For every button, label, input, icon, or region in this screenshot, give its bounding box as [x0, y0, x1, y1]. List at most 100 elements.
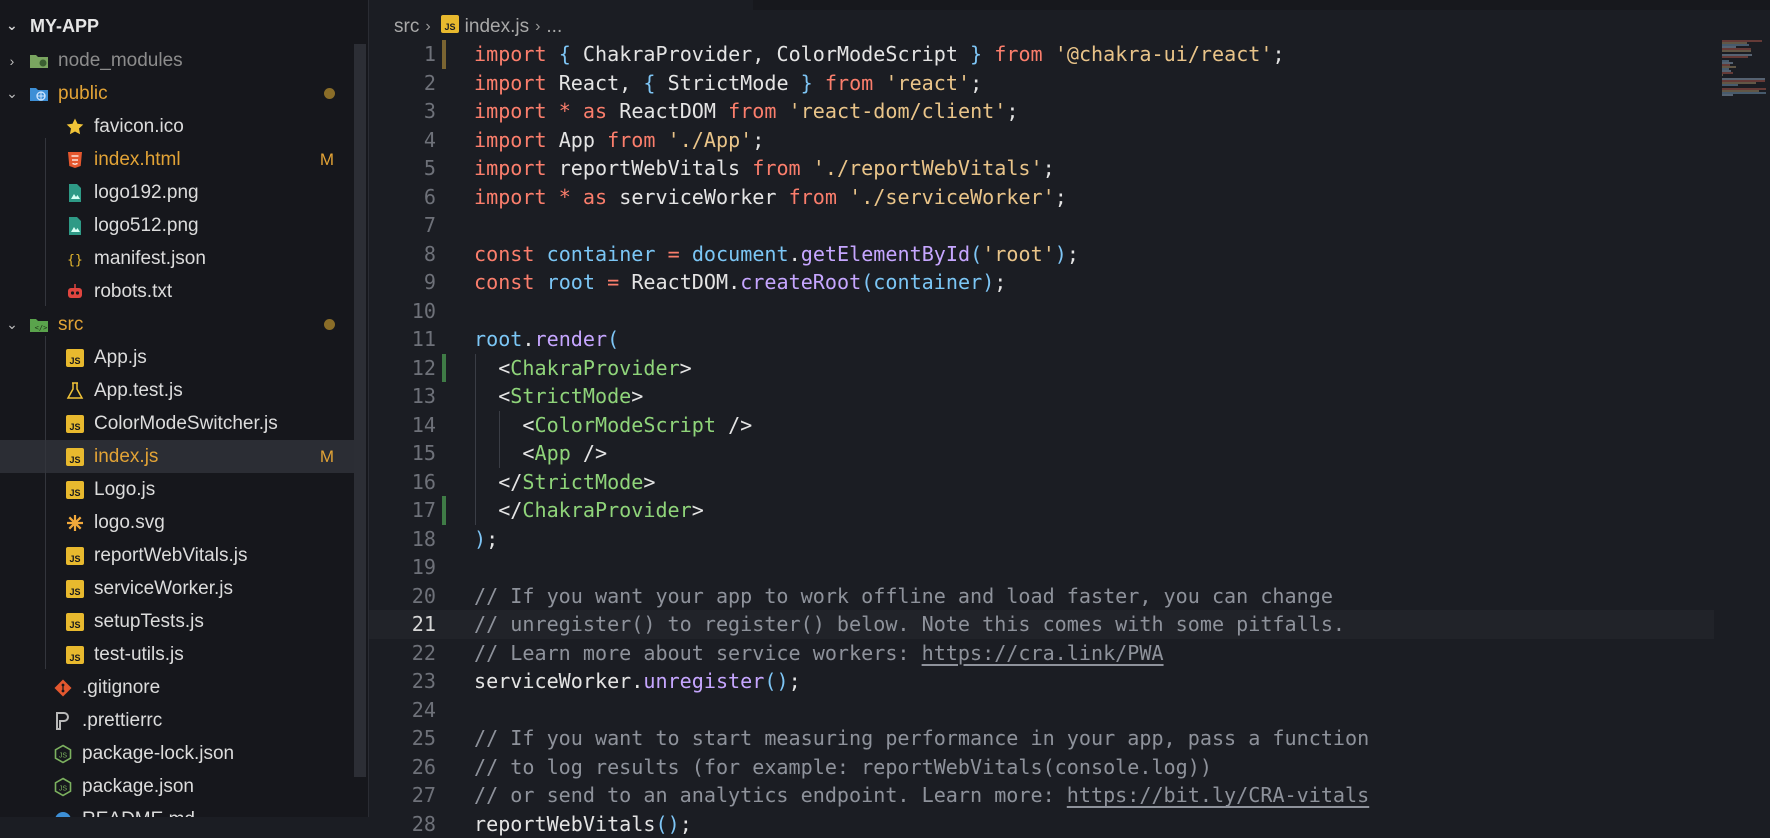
line-number: 21 — [369, 610, 436, 639]
code-text: const root = ReactDOM.createRoot(contain… — [474, 268, 1006, 297]
code-line[interactable]: 23serviceWorker.unregister(); — [369, 667, 1714, 696]
code-line[interactable]: 18); — [369, 525, 1714, 554]
code-text: import { ChakraProvider, ColorModeScript… — [474, 40, 1285, 69]
file-item[interactable]: JSsetupTests.js — [0, 605, 354, 638]
file-item[interactable]: .prettierrc — [0, 704, 354, 737]
svg-text:JS: JS — [59, 785, 68, 792]
code-text: import App from './App'; — [474, 126, 764, 155]
code-line[interactable]: 11root.render( — [369, 325, 1714, 354]
file-item[interactable]: JSApp.js — [0, 341, 354, 374]
tree-item-label: reportWebVitals.js — [94, 545, 354, 567]
code-line[interactable]: 17 </ChakraProvider> — [369, 496, 1714, 525]
file-item[interactable]: robots.txt — [0, 275, 354, 308]
minimap[interactable] — [1720, 40, 1770, 100]
indent-guide — [45, 138, 46, 306]
line-number: 12 — [369, 354, 436, 383]
file-item[interactable]: README.md — [0, 803, 354, 817]
line-number: 25 — [369, 724, 436, 753]
code-line[interactable]: 16 </StrictMode> — [369, 468, 1714, 497]
code-line[interactable]: 4 import App from './App'; — [369, 126, 1714, 155]
svg-text:JS: JS — [444, 22, 455, 32]
git-icon — [52, 677, 74, 699]
file-item[interactable]: JSLogo.js — [0, 473, 354, 506]
code-line[interactable]: 2import React, { StrictMode } from 'reac… — [369, 69, 1714, 98]
file-item[interactable]: JS serviceWorker.js — [0, 572, 354, 605]
tree-item-label: node_modules — [58, 50, 354, 72]
breadcrumb-folder[interactable]: src — [394, 16, 419, 38]
code-line[interactable]: 10 — [369, 297, 1714, 326]
code-line[interactable]: 22// Learn more about service workers: h… — [369, 639, 1714, 668]
nodejs-icon: JS — [52, 776, 74, 798]
tree-item-label: serviceWorker.js — [94, 578, 354, 600]
code-line[interactable]: 9const root = ReactDOM.createRoot(contai… — [369, 268, 1714, 297]
folder-item-public[interactable]: ⌄public — [0, 77, 354, 110]
chevron-down-icon[interactable]: ⌄ — [4, 316, 20, 333]
code-line[interactable]: 3import * as ReactDOM from 'react-dom/cl… — [369, 97, 1714, 126]
code-line[interactable]: 15 <App /> — [369, 439, 1714, 468]
code-line[interactable]: 7 — [369, 211, 1714, 240]
code-text: <StrictMode> — [474, 382, 643, 411]
chevron-down-icon[interactable]: ⌄ — [4, 85, 20, 102]
code-line[interactable]: 6import * as serviceWorker from './servi… — [369, 183, 1714, 212]
code-line[interactable]: 13 <StrictMode> — [369, 382, 1714, 411]
js-icon: JS — [64, 644, 86, 666]
code-line[interactable]: 26// to log results (for example: report… — [369, 753, 1714, 782]
info-icon — [52, 809, 74, 818]
breadcrumb-symbol[interactable]: ... — [546, 16, 562, 38]
tab-index-js[interactable] — [369, 0, 753, 10]
file-item[interactable]: .gitignore — [0, 671, 354, 704]
gutter-modified-marker[interactable] — [442, 40, 446, 69]
file-item[interactable]: App.test.js — [0, 374, 354, 407]
modified-badge: M — [312, 150, 342, 170]
code-line[interactable]: 25// If you want to start measuring perf… — [369, 724, 1714, 753]
code-line[interactable]: 5import reportWebVitals from './reportWe… — [369, 154, 1714, 183]
file-item[interactable]: favicon.ico — [0, 110, 354, 143]
code-line[interactable]: 24 — [369, 696, 1714, 725]
image-icon — [64, 182, 86, 204]
file-item[interactable]: JSpackage.json — [0, 770, 354, 803]
code-line[interactable]: 28reportWebVitals(); — [369, 810, 1714, 838]
file-item[interactable]: index.htmlM — [0, 143, 354, 176]
tree-item-label: logo512.png — [94, 215, 354, 237]
tree-item-label: setupTests.js — [94, 611, 354, 633]
tree-item-label: package-lock.json — [82, 743, 354, 765]
line-number: 4 — [369, 126, 436, 155]
file-item[interactable]: {}manifest.json — [0, 242, 354, 275]
tree-item-label: App.test.js — [94, 380, 354, 402]
file-item[interactable]: JSpackage-lock.json — [0, 737, 354, 770]
code-text: // If you want your app to work offline … — [474, 582, 1333, 611]
code-line[interactable]: 27// or send to an analytics endpoint. L… — [369, 781, 1714, 810]
explorer-header[interactable]: ⌄ MY-APP — [0, 10, 354, 42]
file-item[interactable]: JSColorModeSwitcher.js — [0, 407, 354, 440]
code-line[interactable]: 1import { ChakraProvider, ColorModeScrip… — [369, 40, 1714, 69]
breadcrumb-file[interactable]: index.js — [465, 16, 529, 38]
file-item[interactable]: logo.svg — [0, 506, 354, 539]
folder-item-node_modules[interactable]: › node_modules — [0, 44, 354, 77]
code-line[interactable]: 12 <ChakraProvider> — [369, 354, 1714, 383]
sidebar-scrollbar[interactable] — [354, 44, 366, 777]
line-number: 2 — [369, 69, 436, 98]
code-line[interactable]: 8const container = document.getElementBy… — [369, 240, 1714, 269]
file-item[interactable]: JS reportWebVitals.js — [0, 539, 354, 572]
file-item[interactable]: logo192.png — [0, 176, 354, 209]
js-icon: JS — [64, 545, 86, 567]
breadcrumb: src › JS index.js › ... — [394, 14, 562, 40]
code-line[interactable]: 21// unregister() to register() below. N… — [369, 610, 1714, 639]
explorer-title: MY-APP — [30, 16, 99, 37]
file-item[interactable]: logo512.png — [0, 209, 354, 242]
file-item[interactable]: JStest-utils.js — [0, 638, 354, 671]
code-line[interactable]: 20// If you want your app to work offlin… — [369, 582, 1714, 611]
code-line[interactable]: 14 <ColorModeScript /> — [369, 411, 1714, 440]
folder-item-src[interactable]: ⌄</>src — [0, 308, 354, 341]
code-text: serviceWorker.unregister(); — [474, 667, 801, 696]
gutter-added-marker[interactable] — [442, 354, 446, 383]
line-number: 22 — [369, 639, 436, 668]
code-editor[interactable]: 1import { ChakraProvider, ColorModeScrip… — [369, 40, 1770, 817]
gutter-added-marker[interactable] — [442, 496, 446, 525]
chevron-down-icon[interactable]: ⌄ — [6, 17, 20, 34]
js-icon: JS — [441, 15, 459, 39]
code-line[interactable]: 19 — [369, 553, 1714, 582]
file-item[interactable]: JSindex.jsM — [0, 440, 354, 473]
chevron-right-icon[interactable]: › — [4, 53, 20, 69]
svg-text:JS: JS — [69, 587, 80, 597]
